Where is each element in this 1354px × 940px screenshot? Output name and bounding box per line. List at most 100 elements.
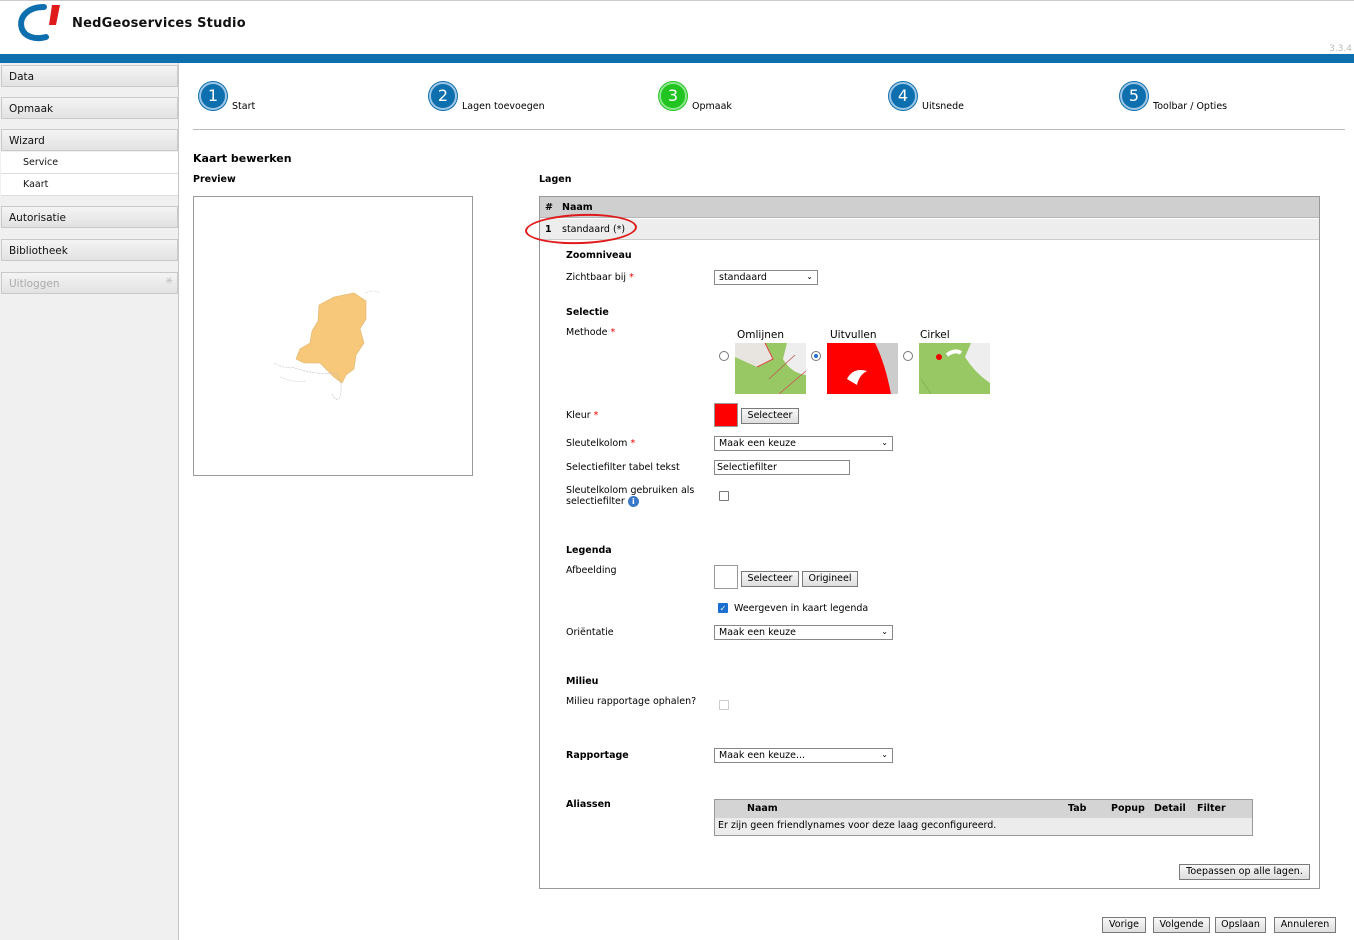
step-label: Uitsnede: [922, 101, 965, 112]
sidebar-item-kaart[interactable]: Kaart: [1, 174, 178, 196]
next-button[interactable]: Volgende: [1153, 917, 1210, 933]
app-header: NedGeoservices Studio: [0, 0, 1354, 54]
cancel-button[interactable]: Annuleren: [1274, 917, 1336, 933]
app-logo: [18, 4, 60, 42]
orientatie-select[interactable]: Maak een keuze ⌄: [714, 625, 893, 640]
step-label: Toolbar / Opties: [1153, 101, 1228, 112]
map-preview[interactable]: [193, 196, 473, 476]
wizard-step-2[interactable]: 2 Lagen toevoegen: [426, 80, 576, 120]
rapportage-heading: Rapportage: [566, 750, 629, 761]
afbeelding-label: Afbeelding: [566, 565, 617, 576]
sleutelkolom-value: Maak een keuze: [719, 438, 796, 449]
apply-all-layers-button[interactable]: Toepassen op alle lagen.: [1179, 864, 1310, 880]
wizard-step-5[interactable]: 5 Toolbar / Opties: [1117, 80, 1267, 120]
save-button[interactable]: Opslaan: [1215, 917, 1266, 933]
sidebar-item-data[interactable]: Data: [1, 65, 178, 87]
selectiefilter-input[interactable]: Selectiefilter: [714, 460, 850, 475]
sidebar-item-wizard[interactable]: Wizard: [1, 129, 178, 151]
rapportage-value: Maak een keuze...: [719, 750, 806, 761]
method-label: Methode *: [566, 327, 616, 338]
wizard-steps: 1 Start 2 Lagen toevoegen 3 Opmaak 4 Uit…: [193, 78, 1345, 130]
col-name: Naam: [562, 202, 593, 213]
netherlands-map: [273, 290, 381, 400]
step-label: Opmaak: [692, 101, 732, 112]
app-version: 3.3.4: [1329, 44, 1352, 54]
step-number: 2: [429, 82, 457, 110]
sidebar: Data Opmaak Wizard Service Kaart Autoris…: [0, 63, 179, 940]
previous-button[interactable]: Vorige: [1102, 917, 1146, 933]
aliassen-heading: Aliassen: [566, 799, 611, 810]
col-popup: Popup: [1111, 803, 1145, 814]
zoom-select[interactable]: standaard ⌄: [714, 270, 818, 285]
option-uitvullen-label: Uitvullen: [830, 329, 877, 341]
radio-cirkel[interactable]: [903, 351, 913, 361]
cirkel-preview-image: [919, 343, 990, 394]
omlijnen-preview-image: [735, 343, 806, 394]
step-number: 3: [659, 82, 687, 110]
chevron-down-icon: ⌄: [881, 627, 888, 636]
radio-uitvullen[interactable]: [811, 351, 821, 361]
use-as-filter-checkbox[interactable]: [719, 491, 729, 501]
orientatie-label: Oriëntatie: [566, 627, 614, 638]
app-title: NedGeoservices Studio: [72, 16, 246, 31]
legend-image-preview: [714, 565, 738, 589]
page-title: Kaart bewerken: [193, 152, 292, 165]
logout-icon: ✳: [165, 276, 174, 287]
sidebar-item-opmaak[interactable]: Opmaak: [1, 97, 178, 119]
layers-table-header: # Naam: [540, 197, 1319, 218]
preview-label: Preview: [193, 174, 236, 185]
sidebar-item-uitloggen[interactable]: Uitloggen: [1, 272, 178, 294]
show-in-legend-checkbox[interactable]: ✓: [718, 603, 728, 613]
zoom-select-value: standaard: [719, 272, 767, 283]
info-icon[interactable]: i: [627, 496, 639, 507]
show-in-legend-label: Weergeven in kaart legenda: [734, 603, 869, 614]
zoom-heading: Zoomniveau: [566, 250, 632, 261]
option-omlijnen-label: Omlijnen: [737, 329, 785, 341]
milieu-checkbox[interactable]: [719, 700, 729, 710]
sidebar-item-bibliotheek[interactable]: Bibliotheek: [1, 239, 178, 261]
wizard-step-3[interactable]: 3 Opmaak: [656, 80, 776, 120]
rapportage-select[interactable]: Maak een keuze... ⌄: [714, 748, 893, 763]
col-filter: Filter: [1197, 803, 1226, 814]
sleutelkolom-select[interactable]: Maak een keuze ⌄: [714, 436, 893, 451]
aliases-table: Naam Tab Popup Detail Filter Er zijn gee…: [714, 799, 1253, 836]
kleur-label: Kleur *: [566, 410, 599, 421]
radio-omlijnen[interactable]: [719, 351, 729, 361]
use-as-filter-label: Sleutelkolom gebruiken als selectiefilte…: [566, 485, 695, 507]
sidebar-item-autorisatie[interactable]: Autorisatie: [1, 206, 178, 228]
option-cirkel-label: Cirkel: [920, 329, 950, 341]
orientatie-value: Maak een keuze: [719, 627, 796, 638]
sleutelkolom-label: Sleutelkolom *: [566, 438, 636, 449]
selectiefilter-label: Selectiefilter tabel tekst: [566, 462, 680, 473]
step-label: Start: [232, 101, 256, 112]
lagen-label: Lagen: [539, 174, 572, 185]
aliases-table-header: Naam Tab Popup Detail Filter: [715, 800, 1252, 818]
step-number: 4: [889, 82, 917, 110]
wizard-step-1[interactable]: 1 Start: [196, 80, 316, 120]
aliases-empty-message: Er zijn geen friendlynames voor deze laa…: [715, 818, 1252, 835]
color-swatch[interactable]: [714, 403, 738, 427]
col-detail: Detail: [1154, 803, 1186, 814]
uitvullen-preview-image: [827, 343, 898, 394]
zoom-label: Zichtbaar bij *: [566, 272, 634, 283]
original-legend-button[interactable]: Origineel: [802, 571, 858, 587]
select-color-button[interactable]: Selecteer: [741, 408, 799, 424]
chevron-down-icon: ⌄: [806, 272, 813, 281]
step-label: Lagen toevoegen: [462, 101, 545, 112]
header-bar: [0, 54, 1354, 63]
sidebar-item-service[interactable]: Service: [1, 152, 178, 174]
col-number: #: [545, 202, 553, 213]
milieu-label: Milieu rapportage ophalen?: [566, 696, 697, 707]
selectie-heading: Selectie: [566, 307, 609, 318]
layers-panel: # Naam 1 standaard (*): [539, 196, 1320, 889]
select-legend-button[interactable]: Selecteer: [741, 571, 799, 587]
wizard-step-4[interactable]: 4 Uitsnede: [886, 80, 1006, 120]
chevron-down-icon: ⌄: [881, 438, 888, 447]
layer-row[interactable]: 1 standaard (*): [540, 219, 1319, 240]
legenda-heading: Legenda: [566, 545, 612, 556]
step-number: 1: [199, 82, 227, 110]
col-naam: Naam: [747, 803, 778, 814]
step-number: 5: [1120, 82, 1148, 110]
milieu-heading: Milieu: [566, 676, 599, 687]
chevron-down-icon: ⌄: [881, 750, 888, 759]
